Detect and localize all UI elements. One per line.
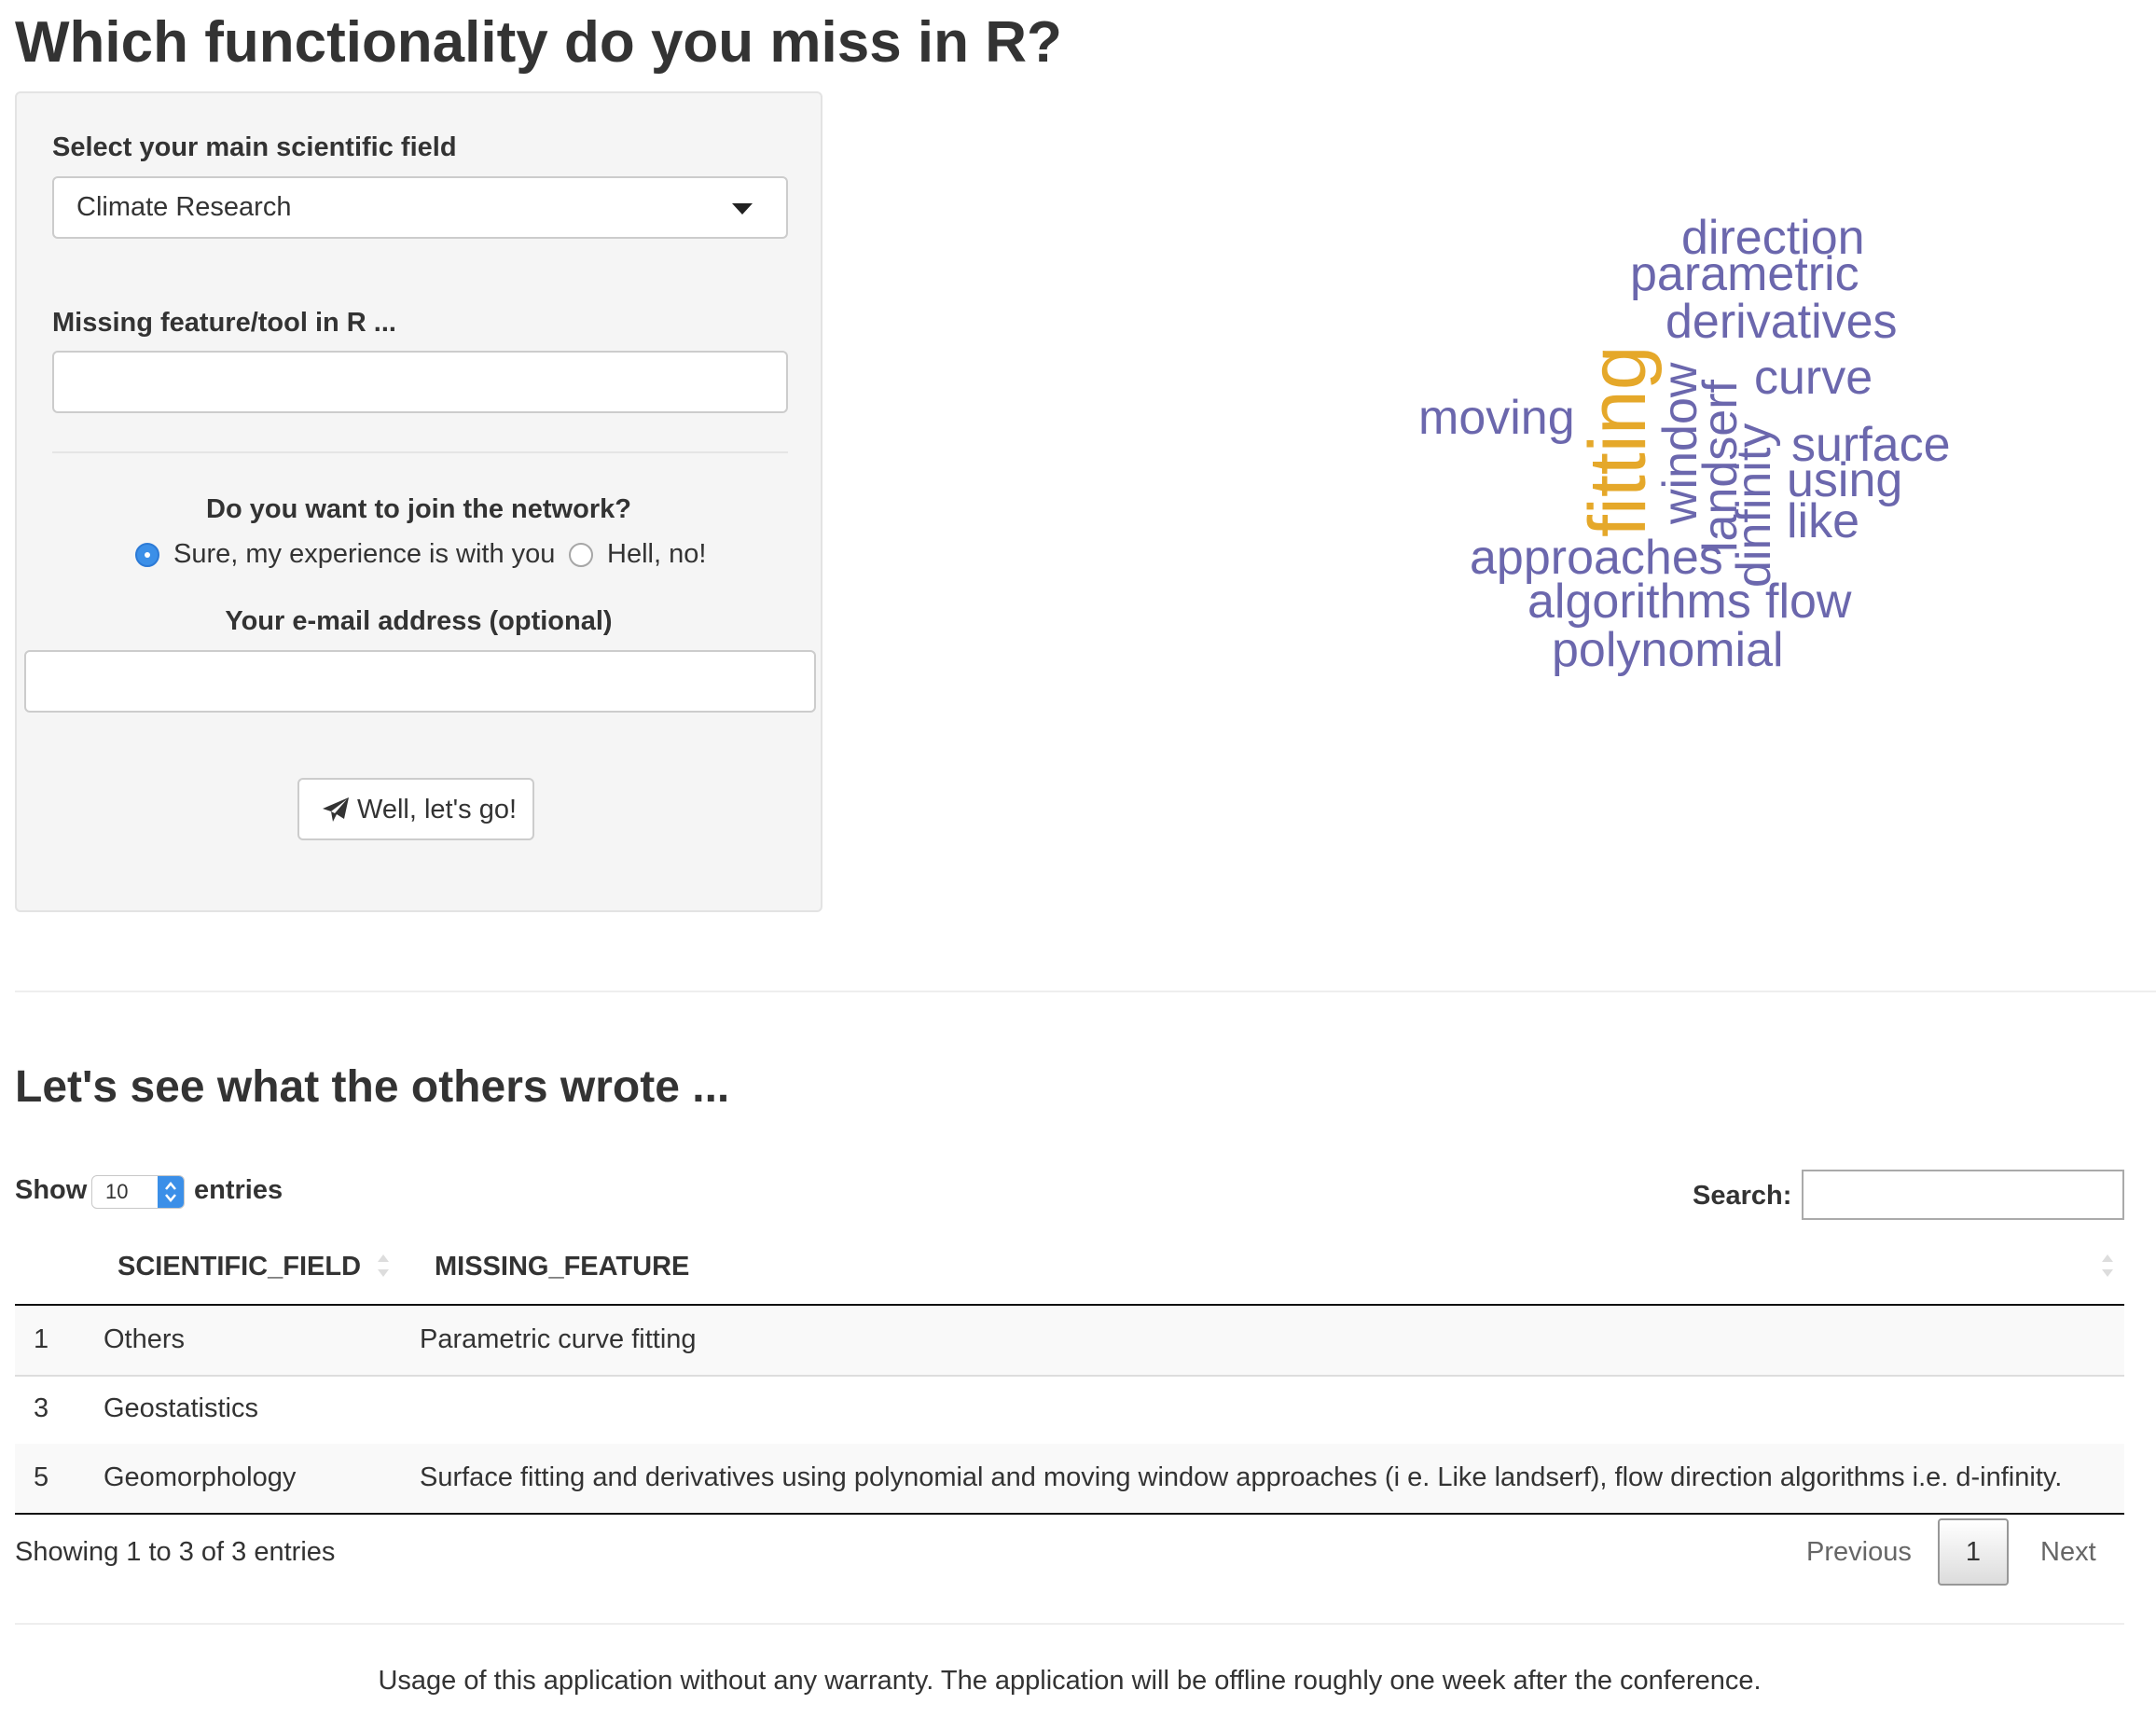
entries-per-page-select[interactable]: 10 [91,1175,185,1209]
cloud-word-curve: curve [1754,351,1873,405]
column-header-missing-feature[interactable]: MISSING_FEATURE [435,1252,689,1282]
footer-divider [15,1623,2124,1625]
row-id: 1 [34,1324,49,1354]
radio-option-decline-label[interactable]: Hell, no! [607,539,706,570]
length-prefix-label: Show [15,1175,88,1205]
cloud-word-parametric: parametric [1630,247,1859,301]
cloud-word-algorithms: algorithms [1527,575,1751,629]
row-scientific-field: Others [104,1324,186,1354]
cloud-word-dinfinity: dinfinity [1727,423,1781,588]
radio-option-join[interactable] [135,543,159,567]
table-info: Showing 1 to 3 of 3 entries [15,1537,336,1567]
form-divider [52,451,788,453]
pagination-previous-button[interactable]: Previous [1806,1537,1912,1568]
missing-feature-input[interactable] [52,351,788,413]
cloud-word-like: like [1787,494,1859,548]
table-header-row: SCIENTIFIC_FIELD MISSING_FEATURE [15,1231,2124,1306]
pagination-next-button[interactable]: Next [2040,1537,2096,1568]
length-suffix-label: entries [194,1175,283,1205]
paper-plane-icon [323,797,349,822]
row-scientific-field: Geostatistics [104,1393,258,1423]
row-scientific-field: Geomorphology [104,1462,297,1492]
page-title: Which functionality do you miss in R? [15,10,1062,75]
row-id: 5 [34,1462,49,1492]
entries-per-page-value: 10 [105,1180,129,1203]
stepper-arrows-icon [158,1176,184,1208]
sort-arrows-icon[interactable] [375,1250,392,1282]
footer-note: Usage of this application without any wa… [378,1666,1762,1696]
scientific-field-value: Climate Research [76,192,292,222]
cloud-word-flow: flow [1765,575,1852,629]
email-field[interactable] [24,650,816,713]
section-divider [15,991,2156,992]
pagination-page-button[interactable]: 1 [1938,1518,2009,1586]
chevron-down-icon [732,203,753,215]
radio-selected-icon [135,543,159,567]
cloud-word-polynomial: polynomial [1552,623,1784,677]
radio-option-join-label[interactable]: Sure, my experience is with you [173,539,555,570]
column-header-scientific-field[interactable]: SCIENTIFIC_FIELD [117,1252,361,1282]
submit-button[interactable]: Well, let's go! [297,778,534,840]
cloud-word-derivatives: derivatives [1665,295,1898,349]
cloud-word-moving: moving [1418,391,1575,445]
radio-unselected-icon [569,543,593,567]
feature-input-label: Missing feature/tool in R ... [52,308,396,338]
table-row[interactable]: 1 Others Parametric curve fitting [15,1306,2124,1377]
sort-arrows-icon[interactable] [2099,1250,2116,1282]
email-input-label: Your e-mail address (optional) [225,606,613,636]
cloud-word-fitting: fitting [1573,345,1663,537]
radio-option-decline[interactable] [569,543,593,567]
row-missing-feature: Parametric curve fitting [420,1324,697,1354]
submit-button-label: Well, let's go! [357,795,518,824]
table-row[interactable]: 3 Geostatistics [15,1375,2124,1446]
network-question-label: Do you want to join the network? [206,494,631,524]
word-cloud: direction parametric derivatives fitting… [1418,211,1951,677]
table-search-input[interactable] [1802,1170,2124,1220]
row-missing-feature: Surface fitting and derivatives using po… [420,1462,2063,1492]
results-heading: Let's see what the others wrote ... [15,1062,730,1112]
field-select-label: Select your main scientific field [52,132,457,162]
search-label: Search: [1693,1181,1792,1211]
row-id: 3 [34,1393,49,1423]
table-row[interactable]: 5 Geomorphology Surface fitting and deri… [15,1444,2124,1515]
scientific-field-select[interactable]: Climate Research [52,176,788,239]
